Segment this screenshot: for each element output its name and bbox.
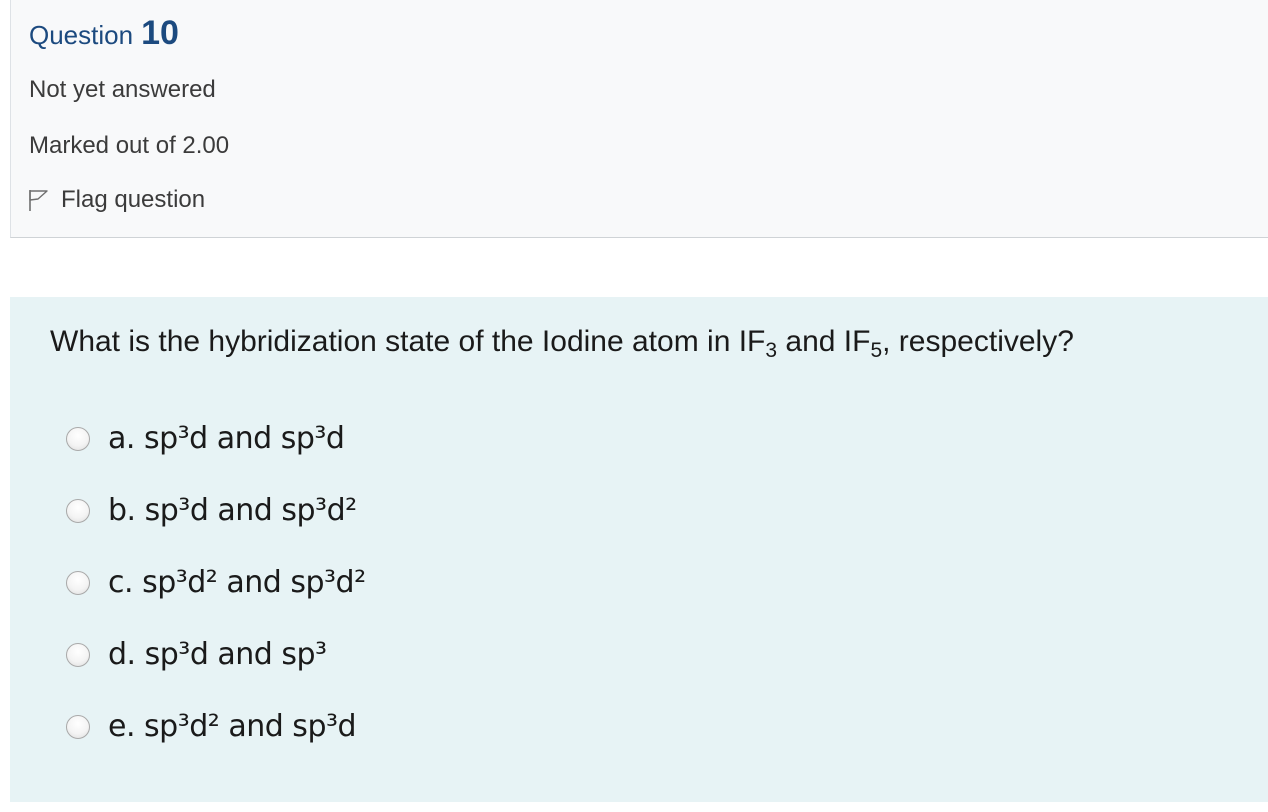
flag-question-label: Flag question (61, 186, 206, 213)
question-subscript: 5 (870, 339, 883, 362)
answer-option-c[interactable]: c. sp³d² and sp³d² (66, 565, 366, 600)
question-content: What is the hybridization state of the I… (10, 297, 1268, 802)
answer-option-d[interactable]: d. sp³d and sp³ (66, 637, 327, 672)
question-text-part: What is the hybridization state of the I… (50, 325, 766, 358)
question-text-part: , respectively? (882, 325, 1074, 358)
answer-label: c. sp³d² and sp³d² (108, 565, 366, 600)
answer-label: b. sp³d and sp³d² (108, 493, 357, 528)
question-number: 10 (141, 14, 179, 52)
answer-label: e. sp³d² and sp³d (108, 709, 357, 744)
flag-icon (27, 188, 49, 212)
radio-button[interactable] (66, 570, 90, 595)
radio-button[interactable] (66, 642, 90, 667)
answer-label: a. sp³d and sp³d (108, 421, 345, 456)
answer-option-b[interactable]: b. sp³d and sp³d² (66, 493, 357, 528)
question-heading: Question 10 (29, 14, 179, 53)
radio-button[interactable] (66, 498, 90, 523)
radio-button[interactable] (66, 714, 90, 739)
radio-button[interactable] (66, 426, 90, 451)
question-info-panel: Question 10 Not yet answered Marked out o… (10, 0, 1268, 238)
question-subscript: 3 (765, 339, 778, 362)
answer-option-a[interactable]: a. sp³d and sp³d (66, 421, 345, 456)
question-state: Not yet answered (29, 76, 216, 103)
answer-option-e[interactable]: e. sp³d² and sp³d (66, 709, 357, 744)
question-grade: Marked out of 2.00 (29, 132, 230, 159)
flag-question-button[interactable]: Flag question (27, 186, 205, 214)
question-label: Question (29, 20, 134, 50)
answer-label: d. sp³d and sp³ (108, 637, 327, 672)
question-text-part: and IF (777, 325, 871, 358)
question-text: What is the hybridization state of the I… (50, 325, 1074, 363)
